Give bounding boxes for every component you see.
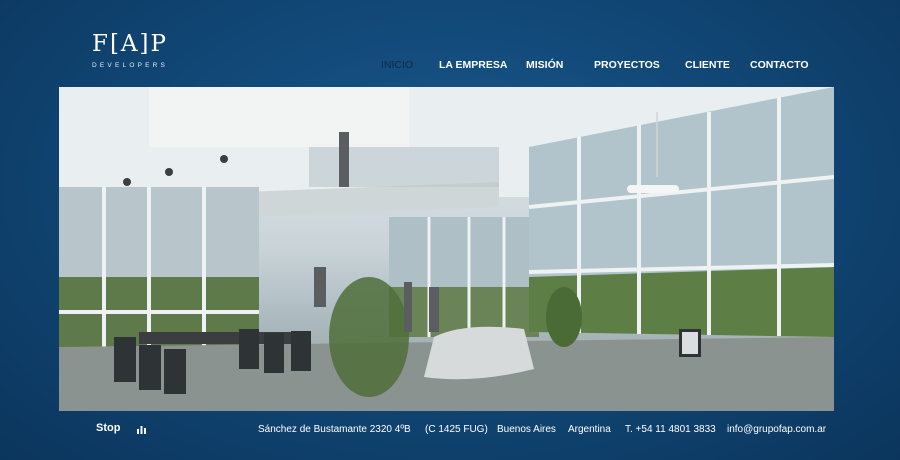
footer: Stop Sánchez de Bustamante 2320 4ºB (C 1… (0, 420, 900, 440)
nav-item-inicio[interactable]: INICIO (381, 59, 413, 71)
logo-mark: F[A]P (92, 31, 168, 57)
audio-bars-icon[interactable] (137, 424, 147, 434)
hero-slideshow-image (59, 87, 834, 411)
contact-phone: T. +54 11 4801 3833 (625, 424, 716, 435)
nav-item-cliente[interactable]: CLIENTE (685, 59, 730, 71)
main-nav: INICIO LA EMPRESA MISIÓN PROYECTOS CLIEN… (0, 59, 900, 73)
interior-render-illustration (59, 87, 834, 411)
stop-slideshow-button[interactable]: Stop (96, 422, 120, 434)
contact-postal-code: (C 1425 FUG) (425, 424, 488, 435)
nav-item-contacto[interactable]: CONTACTO (750, 59, 809, 71)
contact-city: Buenos Aires (497, 424, 556, 435)
nav-item-la-empresa[interactable]: LA EMPRESA (439, 59, 507, 71)
nav-item-proyectos[interactable]: PROYECTOS (594, 59, 660, 71)
nav-item-mision[interactable]: MISIÓN (526, 59, 563, 71)
contact-address: Sánchez de Bustamante 2320 4ºB (258, 424, 411, 435)
contact-country: Argentina (568, 424, 611, 435)
contact-email-link[interactable]: info@grupofap.com.ar (727, 424, 826, 435)
